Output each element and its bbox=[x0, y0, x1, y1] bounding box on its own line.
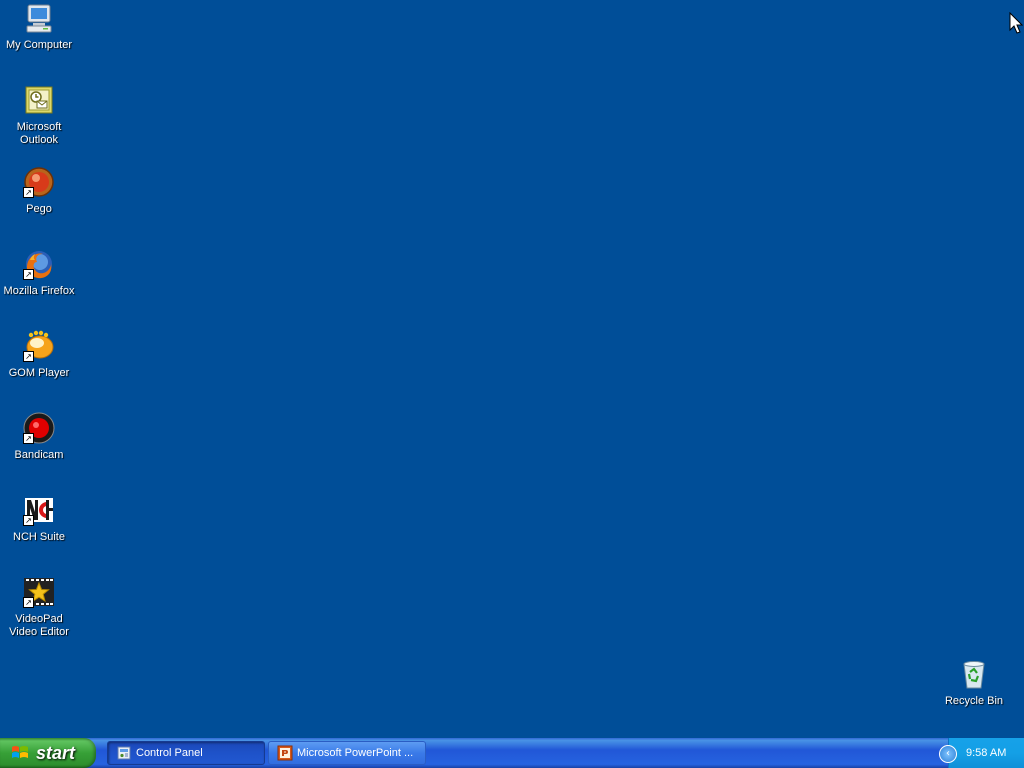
desktop-icon-label: VideoPad Video Editor bbox=[9, 613, 69, 638]
desktop-icon-label: Bandicam bbox=[14, 449, 64, 461]
recycle-bin-icon bbox=[958, 658, 990, 690]
windows-logo-icon bbox=[12, 746, 28, 758]
shortcut-arrow-icon: ↗ bbox=[23, 433, 34, 444]
desktop-icon-videopad-video-editor[interactable]: ↗ VideoPad Video Editor bbox=[0, 576, 78, 639]
taskbar: start Control Panel Microsoft PowerPoint… bbox=[0, 738, 1024, 768]
task-label: Microsoft PowerPoint ... bbox=[297, 747, 414, 759]
powerpoint-icon bbox=[277, 745, 293, 761]
desktop-icon-recycle-bin[interactable]: Recycle Bin bbox=[935, 658, 1013, 708]
start-button[interactable]: start bbox=[0, 738, 96, 768]
desktop-icon-mozilla-firefox[interactable]: ↗ Mozilla Firefox bbox=[0, 248, 78, 298]
desktop-icon-label: Pego bbox=[26, 203, 52, 215]
my-computer-icon bbox=[23, 2, 55, 34]
desktop-icon-label: Recycle Bin bbox=[944, 695, 1004, 707]
shortcut-arrow-icon: ↗ bbox=[23, 269, 34, 280]
desktop-icon-nch-suite[interactable]: ↗ NCH Suite bbox=[0, 494, 78, 544]
start-label: start bbox=[36, 742, 76, 763]
shortcut-arrow-icon: ↗ bbox=[23, 515, 34, 526]
bandicam-icon: ↗ bbox=[23, 412, 55, 444]
taskbar-button-microsoft-powerpoint[interactable]: Microsoft PowerPoint ... bbox=[268, 741, 426, 765]
gom-player-icon: ↗ bbox=[23, 330, 55, 362]
mouse-pointer-icon bbox=[1009, 12, 1023, 34]
firefox-icon: ↗ bbox=[23, 248, 55, 280]
pego-icon: ↗ bbox=[23, 166, 55, 198]
taskbar-button-control-panel[interactable]: Control Panel bbox=[107, 741, 265, 765]
videopad-icon: ↗ bbox=[23, 576, 55, 608]
desktop[interactable]: My Computer Microsoft Outlook ↗ Pego ↗ M… bbox=[0, 0, 1024, 738]
task-label: Control Panel bbox=[136, 747, 203, 759]
clock[interactable]: 9:58 AM bbox=[966, 747, 1006, 759]
desktop-icon-label: Mozilla Firefox bbox=[3, 285, 75, 297]
outlook-icon bbox=[23, 84, 55, 116]
system-tray: ‹ 9:58 AM bbox=[939, 738, 1024, 768]
desktop-icon-label: GOM Player bbox=[8, 367, 70, 379]
desktop-icon-gom-player[interactable]: ↗ GOM Player bbox=[0, 330, 78, 380]
nch-suite-icon: ↗ bbox=[23, 494, 55, 526]
desktop-icon-label: NCH Suite bbox=[13, 531, 65, 543]
desktop-icon-pego[interactable]: ↗ Pego bbox=[0, 166, 78, 216]
desktop-icon-label: Microsoft Outlook bbox=[16, 121, 62, 146]
desktop-icon-bandicam[interactable]: ↗ Bandicam bbox=[0, 412, 78, 462]
show-hidden-icons-button[interactable]: ‹ bbox=[939, 745, 957, 763]
control-panel-icon bbox=[117, 746, 131, 760]
desktop-icon-my-computer[interactable]: My Computer bbox=[0, 2, 78, 52]
desktop-icon-microsoft-outlook[interactable]: Microsoft Outlook bbox=[0, 84, 78, 147]
shortcut-arrow-icon: ↗ bbox=[23, 351, 34, 362]
shortcut-arrow-icon: ↗ bbox=[23, 597, 34, 608]
shortcut-arrow-icon: ↗ bbox=[23, 187, 34, 198]
desktop-icon-label: My Computer bbox=[5, 39, 73, 51]
